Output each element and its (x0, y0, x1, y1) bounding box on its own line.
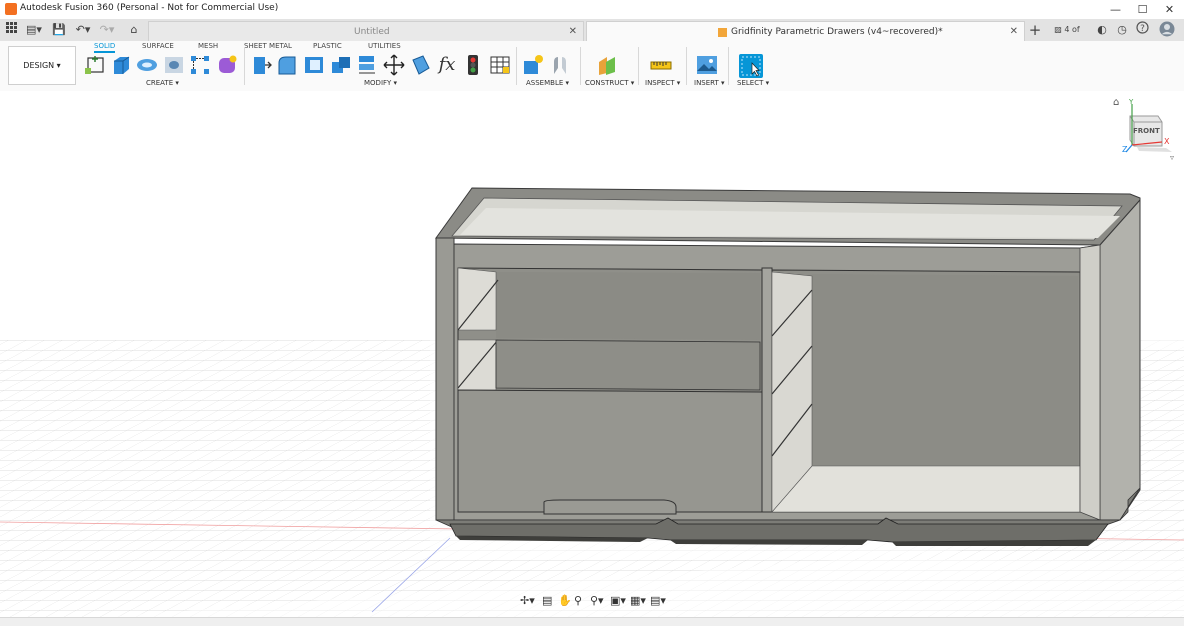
workspace-switcher[interactable]: DESIGN ▾ (8, 46, 76, 85)
canvas-viewport[interactable]: FRONT Y X Z ⌂ ▿ (0, 91, 1184, 625)
minimize-icon[interactable]: — (1102, 0, 1129, 19)
press-pull-icon[interactable] (250, 54, 272, 76)
insert-image-icon[interactable] (696, 54, 718, 76)
title-bar: Autodesk Fusion 360 (Personal - Not for … (0, 0, 1184, 20)
group-create[interactable]: CREATE ▾ (146, 79, 179, 87)
change-parameters-table-icon[interactable] (489, 54, 511, 76)
quick-access-tab-bar: ▤▾ 💾 ↶▾ ↷▾ ⌂ Untitled ✕ Gridfinity Param… (0, 19, 1184, 52)
revolve-icon[interactable] (136, 54, 158, 76)
toolbar-divider (638, 47, 639, 85)
group-assemble[interactable]: ASSEMBLE ▾ (526, 79, 569, 87)
redo-icon[interactable]: ↷▾ (96, 21, 118, 39)
design-toolbar: DESIGN ▾ SOLID SURFACE MESH SHEET METAL … (0, 41, 1184, 92)
fillet-icon[interactable] (276, 54, 298, 76)
display-settings-icon[interactable]: ▣▾ (610, 594, 626, 607)
toolbar-divider (686, 47, 687, 85)
tab-mesh[interactable]: MESH (198, 42, 218, 50)
parameters-fx-icon[interactable]: fx (436, 54, 458, 76)
tab-gridfinity-drawers[interactable]: Gridfinity Parametric Drawers (v4~recove… (586, 21, 1025, 42)
save-icon[interactable]: 💾 (52, 21, 66, 39)
close-icon[interactable]: ✕ (1156, 0, 1183, 19)
toolbar-divider (580, 47, 581, 85)
joint-icon[interactable] (549, 54, 571, 76)
navigation-bar: ✢▾ ▤ ✋ ⚲ ⚲▾ ▣▾ ▦▾ ▤▾ (520, 594, 666, 610)
tab-solid[interactable]: SOLID (94, 42, 116, 53)
viewcube-front-label[interactable]: FRONT (1133, 127, 1160, 135)
svg-text:?: ? (1140, 24, 1145, 34)
pattern-icon[interactable] (189, 54, 211, 76)
close-tab-icon[interactable]: ✕ (1010, 22, 1018, 42)
hole-icon[interactable] (163, 54, 185, 76)
axis-z-label: Z (1122, 145, 1128, 154)
combine-icon[interactable] (330, 54, 352, 76)
move-icon[interactable] (383, 54, 405, 76)
home-view-icon[interactable]: ⌂ (1113, 97, 1119, 108)
zoom-window-icon[interactable]: ⚲ (574, 594, 582, 607)
tab-untitled[interactable]: Untitled ✕ (148, 21, 584, 42)
group-inspect[interactable]: INSPECT ▾ (645, 79, 680, 87)
toolbar-divider (244, 47, 245, 85)
axis-y-label: Y (1129, 98, 1134, 106)
add-tab-icon[interactable]: + (1026, 21, 1044, 39)
group-modify[interactable]: MODIFY ▾ (364, 79, 397, 87)
tab-utilities[interactable]: UTILITIES (368, 42, 401, 50)
toolbar-divider (728, 47, 729, 85)
shell-icon[interactable] (303, 54, 325, 76)
tab-surface[interactable]: SURFACE (142, 42, 174, 50)
select-tool-icon[interactable] (739, 54, 763, 78)
notifications-icon[interactable]: ◐ (1094, 21, 1110, 39)
toolbar-divider (516, 47, 517, 85)
measure-icon[interactable] (650, 54, 672, 76)
user-avatar-icon[interactable] (1158, 21, 1176, 39)
maximize-icon[interactable]: ☐ (1129, 0, 1156, 19)
design-file-icon (718, 28, 727, 37)
tab-plastic[interactable]: PLASTIC (313, 42, 342, 50)
close-tab-icon[interactable]: ✕ (569, 22, 577, 42)
home-icon[interactable]: ⌂ (124, 21, 144, 39)
create-sketch-icon[interactable] (85, 54, 107, 76)
fusion-logo-icon (5, 3, 17, 15)
viewports-icon[interactable]: ▤▾ (650, 594, 666, 607)
file-menu-icon[interactable]: ▤▾ (24, 21, 44, 39)
offset-plane-icon[interactable] (596, 54, 618, 76)
gridfinity-drawer-model[interactable] (435, 187, 1141, 546)
group-select[interactable]: SELECT ▾ (737, 79, 769, 87)
help-icon[interactable]: ? (1134, 21, 1150, 39)
tab-sheet-metal[interactable]: SHEET METAL (244, 42, 292, 50)
compute-all-icon[interactable] (462, 54, 484, 76)
align-icon[interactable] (356, 54, 378, 76)
group-construct[interactable]: CONSTRUCT ▾ (585, 79, 634, 87)
axis-x-label: X (1164, 137, 1170, 146)
create-form-icon[interactable] (216, 54, 238, 76)
clock-icon[interactable]: ◷ (1114, 21, 1130, 39)
viewcube-menu-icon[interactable]: ▿ (1170, 153, 1174, 162)
pan-icon[interactable]: ✋ (558, 594, 572, 607)
extrude-icon[interactable] (110, 54, 132, 76)
job-status-icon[interactable]: ▨ 4 of 10 (1048, 21, 1086, 52)
zoom-icon[interactable]: ⚲▾ (590, 594, 604, 607)
orbit-icon[interactable]: ✢▾ (520, 594, 535, 607)
split-face-icon[interactable] (409, 54, 431, 76)
grid-settings-icon[interactable]: ▦▾ (630, 594, 646, 607)
undo-icon[interactable]: ↶▾ (72, 21, 94, 39)
window-title: Autodesk Fusion 360 (Personal - Not for … (20, 3, 279, 13)
grid-menu-icon[interactable] (4, 21, 18, 39)
group-insert[interactable]: INSERT ▾ (694, 79, 725, 87)
look-at-icon[interactable]: ▤ (542, 594, 552, 607)
new-component-icon[interactable] (522, 54, 544, 76)
